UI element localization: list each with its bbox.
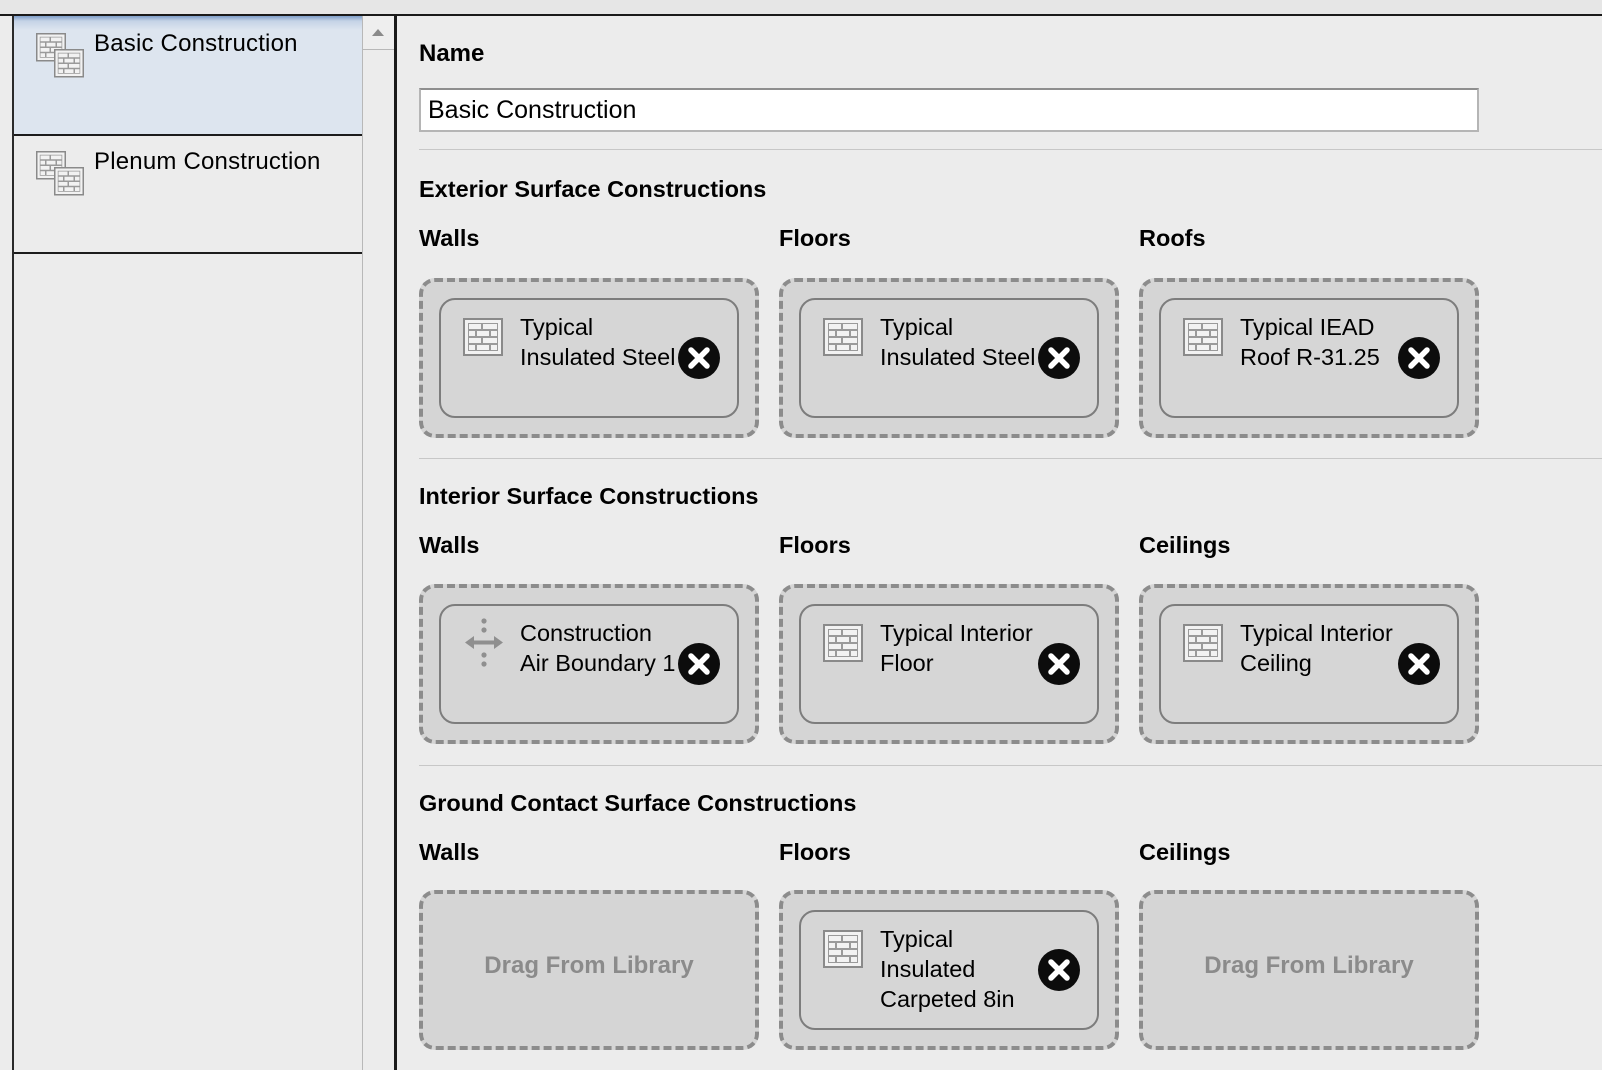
ground-floors-drop-zone[interactable]: Typical Insulated Carpeted 8in: [779, 890, 1119, 1050]
air-boundary-icon: [465, 618, 503, 667]
interior-ceilings-drop-zone[interactable]: Typical Interior Ceiling: [1139, 584, 1479, 744]
construction-icon: [1183, 624, 1223, 662]
remove-x-icon: [1398, 643, 1440, 685]
construction-item-label: Typical Insulated Carpeted 8in: [880, 926, 1015, 1012]
remove-x-icon: [1398, 337, 1440, 379]
interior-floors-label: Floors: [779, 532, 851, 558]
ground-floors-label: Floors: [779, 839, 851, 865]
remove-construction-button[interactable]: [678, 643, 720, 685]
interior-walls-drop-zone[interactable]: Construction Air Boundary 1: [419, 584, 759, 744]
construction-item[interactable]: Typical Interior Floor: [799, 604, 1099, 724]
construction-set-list: Basic Construction Plenum Construction: [12, 16, 364, 1070]
exterior-floors-drop-zone[interactable]: Typical Insulated Steel: [779, 278, 1119, 438]
interior-walls-label: Walls: [419, 532, 480, 558]
construction-item[interactable]: Typical IEAD Roof R-31.25: [1159, 298, 1459, 418]
list-item-plenum-construction[interactable]: Plenum Construction: [14, 134, 364, 254]
construction-icon: [823, 930, 863, 968]
section-divider: [419, 765, 1602, 766]
remove-x-icon: [1038, 643, 1080, 685]
construction-icon: [823, 624, 863, 662]
remove-construction-button[interactable]: [1398, 337, 1440, 379]
interior-ceilings-label: Ceilings: [1139, 532, 1231, 558]
exterior-floors-label: Floors: [779, 225, 851, 251]
construction-set-inspector: Name Exterior Surface Constructions Wall…: [397, 18, 1602, 1070]
construction-icon: [823, 318, 863, 356]
remove-construction-button[interactable]: [1038, 643, 1080, 685]
name-label: Name: [419, 40, 485, 67]
remove-construction-button[interactable]: [678, 337, 720, 379]
construction-item-label: Construction Air Boundary 1: [520, 620, 676, 676]
construction-item[interactable]: Typical Insulated Steel: [799, 298, 1099, 418]
remove-construction-button[interactable]: [1038, 949, 1080, 991]
section-divider: [419, 458, 1602, 459]
exterior-section-title: Exterior Surface Constructions: [419, 176, 767, 202]
remove-x-icon: [678, 337, 720, 379]
exterior-roofs-drop-zone[interactable]: Typical IEAD Roof R-31.25: [1139, 278, 1479, 438]
interior-section-title: Interior Surface Constructions: [419, 483, 759, 509]
drag-from-library-placeholder: Drag From Library: [1204, 952, 1414, 979]
ground-section-title: Ground Contact Surface Constructions: [419, 790, 857, 816]
list-item-label: Basic Construction: [94, 30, 298, 57]
exterior-roofs-label: Roofs: [1139, 225, 1206, 251]
construction-item[interactable]: Typical Interior Ceiling: [1159, 604, 1459, 724]
remove-x-icon: [1038, 337, 1080, 379]
construction-item-label: Typical Insulated Steel: [520, 314, 676, 370]
construction-item[interactable]: Typical Insulated Carpeted 8in: [799, 910, 1099, 1030]
construction-item-label: Typical IEAD Roof R-31.25: [1240, 314, 1380, 370]
interior-floors-drop-zone[interactable]: Typical Interior Floor: [779, 584, 1119, 744]
construction-set-icon: [36, 33, 84, 78]
list-item-basic-construction[interactable]: Basic Construction: [14, 16, 364, 136]
ground-walls-drop-zone[interactable]: Drag From Library: [419, 890, 759, 1050]
exterior-walls-label: Walls: [419, 225, 480, 251]
remove-construction-button[interactable]: [1038, 337, 1080, 379]
remove-x-icon: [678, 643, 720, 685]
construction-item[interactable]: Typical Insulated Steel: [439, 298, 739, 418]
section-divider: [419, 149, 1602, 150]
construction-item-label: Typical Interior Ceiling: [1240, 620, 1393, 676]
construction-set-icon: [36, 151, 84, 196]
construction-item[interactable]: Construction Air Boundary 1: [439, 604, 739, 724]
construction-item-label: Typical Interior Floor: [880, 620, 1033, 676]
scroll-up-arrow-icon[interactable]: [363, 16, 395, 50]
name-input[interactable]: [419, 88, 1479, 132]
construction-item-label: Typical Insulated Steel: [880, 314, 1036, 370]
ground-walls-label: Walls: [419, 839, 480, 865]
drag-from-library-placeholder: Drag From Library: [484, 952, 694, 979]
construction-icon: [463, 318, 503, 356]
remove-x-icon: [1038, 949, 1080, 991]
exterior-walls-drop-zone[interactable]: Typical Insulated Steel: [419, 278, 759, 438]
window-top-strip: [0, 0, 1602, 16]
ground-ceilings-drop-zone[interactable]: Drag From Library: [1139, 890, 1479, 1050]
list-scrollbar[interactable]: [362, 16, 395, 1070]
ground-ceilings-label: Ceilings: [1139, 839, 1231, 865]
construction-icon: [1183, 318, 1223, 356]
remove-construction-button[interactable]: [1398, 643, 1440, 685]
list-item-label: Plenum Construction: [94, 148, 321, 175]
